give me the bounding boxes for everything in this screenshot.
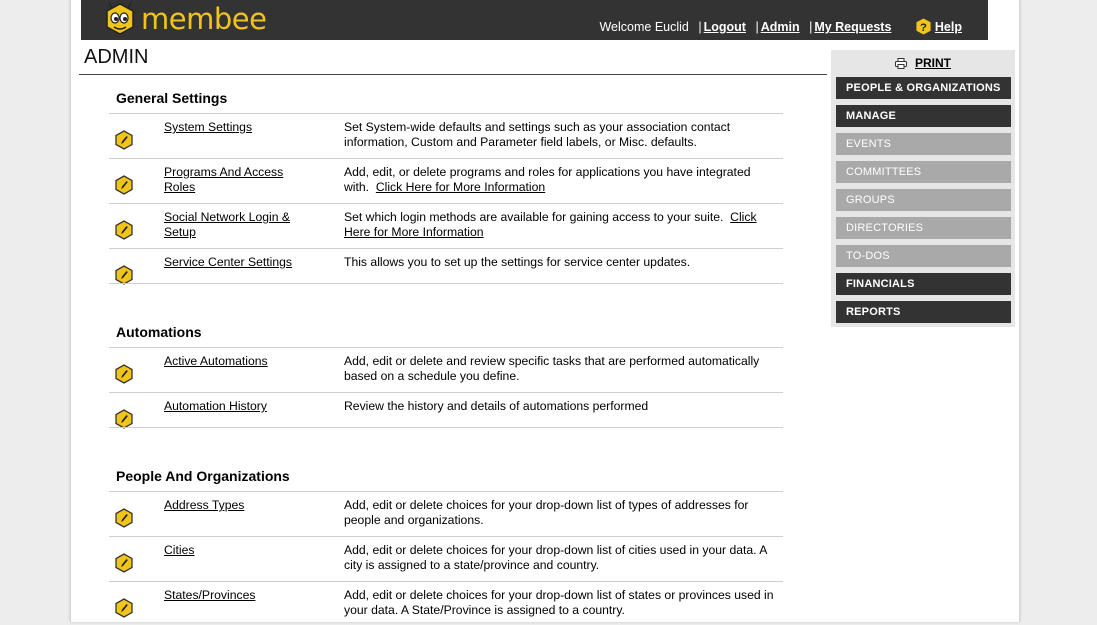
description-text: Add, edit or delete choices for your dro… [344, 498, 749, 527]
pencil-hexagon-icon [115, 175, 133, 195]
description-text: Add, edit or delete and review specific … [344, 354, 760, 383]
pencil-hexagon-icon [115, 598, 133, 618]
row-description: Add, edit or delete choices for your dro… [344, 588, 774, 618]
admin-row-cities: Cities Add, edit or delete choices for y… [109, 536, 783, 580]
separator: | [809, 20, 813, 34]
sidebar-item-to-dos[interactable]: TO-DOS [836, 245, 1011, 267]
admin-row-active-automations: Active Automations Add, edit or delete a… [109, 347, 783, 391]
welcome-text: Welcome Euclid [599, 20, 689, 34]
sidebar-item-events[interactable]: EVENTS [836, 133, 1011, 155]
automation-history-link[interactable]: Automation History [164, 399, 314, 414]
row-description: Add, edit or delete choices for your dro… [344, 498, 774, 528]
top-header-bar: membee Welcome Euclid | Logout | Admin | My… [81, 0, 988, 40]
system-settings-link[interactable]: System Settings [164, 120, 314, 135]
sidebar-item-manage[interactable]: MANAGE [836, 105, 1011, 127]
sidebar-item-reports[interactable]: REPORTS [836, 301, 1011, 323]
separator: | [755, 20, 759, 34]
sidebar-item-committees[interactable]: COMMITTEES [836, 161, 1011, 183]
section-heading-general-settings: General Settings [116, 90, 228, 106]
admin-row-address-types: Address Types Add, edit or delete choice… [109, 491, 783, 535]
admin-row-social-network-login: Social Network Login & Setup Set which l… [109, 203, 783, 247]
pencil-hexagon-icon [115, 553, 133, 573]
print-link[interactable]: PRINT [915, 56, 951, 70]
header-links: Welcome Euclid | Logout | Admin | My Reques… [599, 0, 962, 40]
separator: | [698, 20, 702, 34]
description-text: Add, edit or delete choices for your dro… [344, 588, 774, 617]
sidebar-nav-panel: PRINT PEOPLE & ORGANIZATIONS MANAGE EVEN… [831, 50, 1015, 327]
pencil-hexagon-icon [115, 409, 133, 429]
page-container: membee Welcome Euclid | Logout | Admin | My… [70, 0, 1020, 622]
bee-logo-icon [106, 2, 134, 35]
logout-link[interactable]: Logout [704, 20, 746, 34]
printer-icon[interactable] [895, 58, 907, 69]
divider [109, 427, 783, 428]
title-divider [79, 74, 827, 75]
sidebar-item-people-organizations[interactable]: PEOPLE & ORGANIZATIONS [836, 77, 1011, 99]
pencil-hexagon-icon [115, 130, 133, 150]
cities-link[interactable]: Cities [164, 543, 314, 558]
admin-row-programs-access-roles: Programs And Access Roles Add, edit, or … [109, 158, 783, 202]
active-automations-link[interactable]: Active Automations [164, 354, 314, 369]
sidebar-item-groups[interactable]: GROUPS [836, 189, 1011, 211]
print-control: PRINT [831, 56, 1015, 70]
admin-row-states-provinces: States/Provinces Add, edit or delete cho… [109, 581, 783, 625]
row-description: Add, edit, or delete programs and roles … [344, 165, 774, 195]
description-text: Set System-wide defaults and settings su… [344, 120, 731, 149]
description-text: Add, edit or delete choices for your dro… [344, 543, 767, 572]
pencil-hexagon-icon [115, 508, 133, 528]
row-description: Add, edit or delete and review specific … [344, 354, 774, 384]
help-link[interactable]: Help [935, 20, 962, 34]
divider [109, 283, 783, 284]
section-heading-automations: Automations [116, 324, 202, 340]
sidebar-item-directories[interactable]: DIRECTORIES [836, 217, 1011, 239]
pencil-hexagon-icon [115, 220, 133, 240]
description-text: Set which login methods are available fo… [344, 210, 724, 224]
admin-row-service-center-settings: Service Center Settings This allows you … [109, 248, 783, 292]
address-types-link[interactable]: Address Types [164, 498, 314, 513]
row-description: Add, edit or delete choices for your dro… [344, 543, 774, 573]
description-text: This allows you to set up the settings f… [344, 255, 691, 269]
pencil-hexagon-icon [115, 364, 133, 384]
description-text: Review the history and details of automa… [344, 399, 649, 413]
row-description: Review the history and details of automa… [344, 399, 774, 414]
brand-name: membee [141, 2, 267, 36]
my-requests-link[interactable]: My Requests [814, 20, 891, 34]
section-heading-people-organizations: People And Organizations [116, 468, 290, 484]
sidebar-item-financials[interactable]: FINANCIALS [836, 273, 1011, 295]
row-description: Set which login methods are available fo… [344, 210, 774, 240]
social-network-login-link[interactable]: Social Network Login & Setup [164, 210, 314, 240]
admin-row-system-settings: System Settings Set System-wide defaults… [109, 113, 783, 157]
row-description: Set System-wide defaults and settings su… [344, 120, 774, 150]
admin-row-automation-history: Automation History Review the history an… [109, 392, 783, 436]
page-title: ADMIN [84, 46, 149, 68]
admin-link[interactable]: Admin [761, 20, 800, 34]
question-hexagon-icon[interactable]: ? [915, 18, 932, 35]
states-provinces-link[interactable]: States/Provinces [164, 588, 314, 603]
svg-text:?: ? [920, 22, 927, 34]
membee-logo[interactable]: membee [103, 1, 267, 37]
service-center-settings-link[interactable]: Service Center Settings [164, 255, 314, 270]
row-description: This allows you to set up the settings f… [344, 255, 774, 270]
pencil-hexagon-icon [115, 265, 133, 285]
more-info-link[interactable]: Click Here for More Information [376, 180, 545, 194]
programs-access-roles-link[interactable]: Programs And Access Roles [164, 165, 314, 195]
